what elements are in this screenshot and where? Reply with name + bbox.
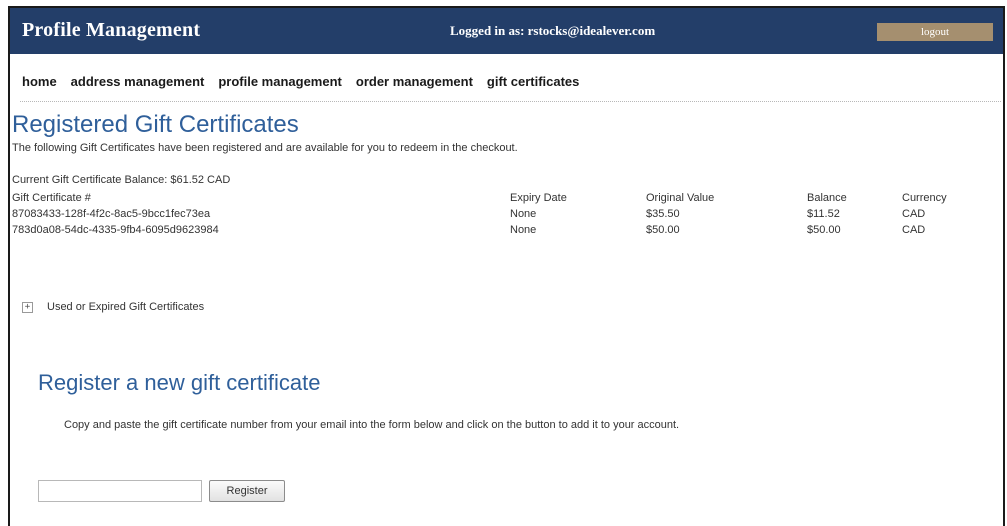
cell-certificate-number: 87083433-128f-4f2c-8ac5-9bcc1fec73ea (12, 208, 211, 220)
logout-button[interactable]: logout (877, 23, 993, 41)
used-expired-label: Used or Expired Gift Certificates (47, 301, 205, 313)
used-expired-toggle[interactable]: + Used or Expired Gift Certificates (22, 301, 204, 313)
header-gift-certificate-number: Gift Certificate # (12, 192, 91, 204)
cell-currency: CAD (902, 224, 926, 236)
register-description: Copy and paste the gift certificate numb… (64, 419, 680, 431)
header-bar: Profile Management Logged in as: rstocks… (10, 8, 1003, 54)
cell-certificate-number: 783d0a08-54dc-4335-9fb4-6095d9623984 (12, 224, 219, 236)
cell-expiry-date: None (510, 224, 537, 236)
cell-expiry-date: None (510, 208, 537, 220)
nav-divider (20, 101, 1001, 102)
cell-original-value: $50.00 (646, 224, 680, 236)
nav-profile-management[interactable]: profile management (218, 74, 342, 89)
page-title: Registered Gift Certificates (12, 111, 299, 138)
plus-box-icon[interactable]: + (22, 301, 33, 313)
app-title: Profile Management (22, 19, 201, 41)
gift-certificate-input[interactable] (38, 480, 202, 502)
main-nav: home address management profile management… (22, 74, 593, 94)
nav-home[interactable]: home (22, 74, 57, 89)
header-expiry-date: Expiry Date (510, 192, 567, 204)
app-window: Profile Management Logged in as: rstocks… (8, 6, 1005, 526)
cell-original-value: $35.50 (646, 208, 680, 220)
intro-text: The following Gift Certificates have bee… (12, 142, 518, 154)
cell-balance: $50.00 (807, 224, 841, 236)
nav-address-management[interactable]: address management (71, 74, 205, 89)
nav-gift-certificates[interactable]: gift certificates (487, 74, 579, 89)
balance-text: Current Gift Certificate Balance: $61.52… (12, 174, 231, 186)
login-status: Logged in as: rstocks@idealever.com (450, 23, 656, 38)
register-section-title: Register a new gift certificate (38, 370, 321, 395)
header-balance: Balance (807, 192, 847, 204)
header-currency: Currency (902, 192, 947, 204)
nav-order-management[interactable]: order management (356, 74, 473, 89)
cell-balance: $11.52 (807, 208, 840, 220)
register-button[interactable]: Register (209, 480, 285, 502)
cell-currency: CAD (902, 208, 926, 220)
header-original-value: Original Value (646, 192, 715, 204)
